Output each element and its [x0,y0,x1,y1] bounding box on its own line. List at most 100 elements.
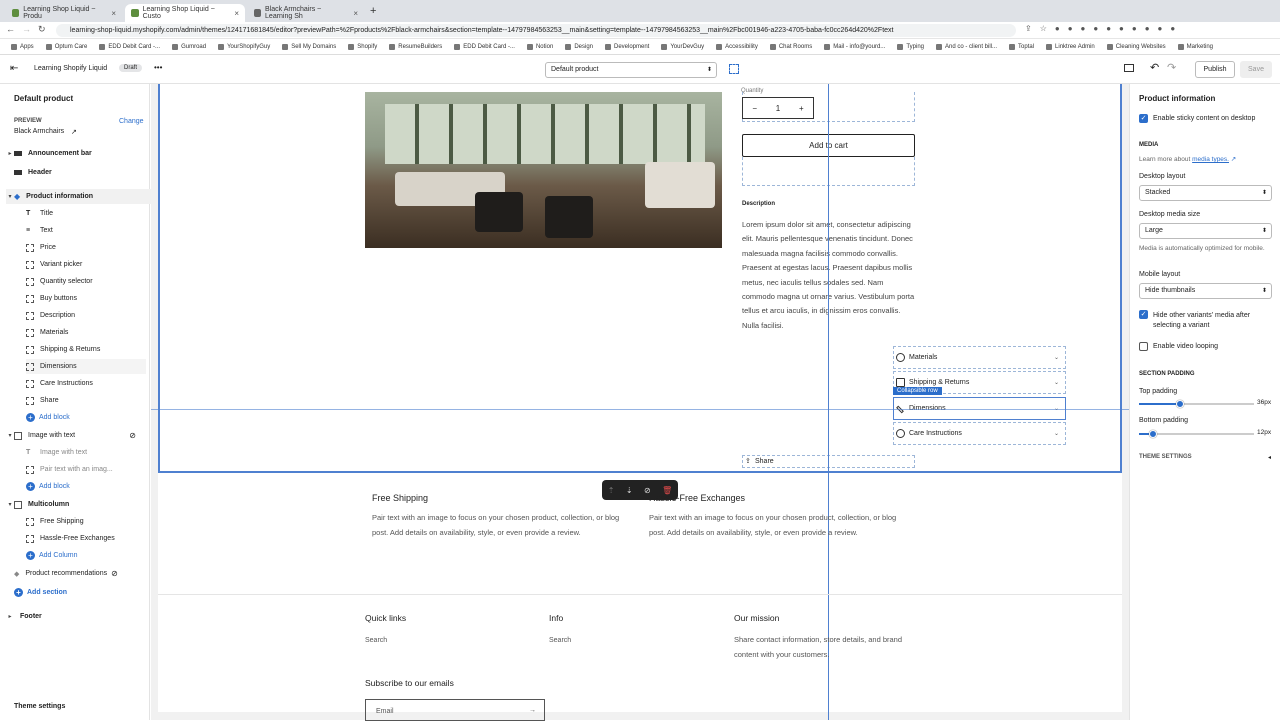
accordion-materials[interactable]: Materials ⌄ [893,346,1066,369]
footer-link[interactable]: Search [365,637,387,644]
email-input[interactable]: Email → [365,699,545,721]
block-item[interactable]: Materials [26,325,146,340]
external-link-icon[interactable]: ↗ [1231,156,1236,163]
chevron-right-icon[interactable]: ▸ [6,150,14,157]
more-actions-button[interactable]: ••• [154,63,162,72]
bookmark-item[interactable]: EDD Debit Card -... [449,43,520,50]
chevron-right-icon[interactable]: ▸ [6,613,14,620]
bookmark-item[interactable]: Development [600,43,654,50]
block-item[interactable]: Care Instructions [26,376,146,391]
section-header[interactable]: Header [14,165,160,180]
block-item[interactable]: Share [26,393,146,408]
change-preview-link[interactable]: Change [119,118,144,125]
bookmark-item[interactable]: EDD Debit Card -... [94,43,165,50]
bookmark-item[interactable]: Shopify [343,43,382,50]
bottom-padding-slider-handle[interactable] [1148,430,1157,438]
block-item[interactable]: Description [26,308,146,323]
arrow-right-icon[interactable]: → [529,707,536,714]
block-item[interactable]: Price [26,240,146,255]
desktop-view-icon[interactable] [1124,64,1134,72]
product-image[interactable] [365,92,722,248]
bookmark-item[interactable]: Gumroad [167,43,211,50]
block-item[interactable]: T Title [26,206,146,221]
theme-settings-link[interactable]: Theme settings [14,703,65,710]
top-padding-track[interactable] [1139,400,1254,408]
quantity-value[interactable]: 1 [776,104,780,113]
browser-tab-active[interactable]: Learning Shop Liquid ~ Custo × [125,4,245,22]
bookmark-item[interactable]: YourShopifyGuy [213,43,275,50]
bookmark-item[interactable]: Design [560,43,598,50]
bookmark-item[interactable]: Typing [892,43,929,50]
external-link-icon[interactable]: ↗ [71,128,77,136]
section-product-recommendations[interactable]: ◆ Product recommendations ⊘ [14,566,160,581]
block-item[interactable]: Quantity selector [26,274,146,289]
new-tab-button[interactable]: + [370,5,376,17]
video-loop-checkbox[interactable] [1139,342,1148,351]
bookmark-item[interactable]: Chat Rooms [765,43,817,50]
media-types-link[interactable]: media types. [1192,156,1229,163]
redo-icon[interactable]: ↷ [1167,61,1176,74]
bottom-padding-track[interactable] [1139,430,1254,438]
back-icon[interactable]: ← [6,24,15,34]
forward-icon[interactable]: → [22,24,31,34]
top-padding-slider-handle[interactable] [1176,400,1185,408]
extension-icons[interactable]: ⇪☆●●●●●●●●●● [1025,24,1183,33]
bookmark-item[interactable]: Sell My Domains [277,43,341,50]
bookmark-item[interactable]: Cleaning Websites [1102,43,1171,50]
inspector-icon[interactable] [729,64,739,74]
close-tab-icon[interactable]: × [234,9,239,18]
desktop-layout-select[interactable]: Stacked [1139,185,1272,201]
move-down-icon[interactable]: ⇣ [626,486,633,495]
sticky-checkbox[interactable]: ✓ [1139,114,1148,123]
reload-icon[interactable]: ↻ [38,24,46,35]
save-button[interactable]: Save [1240,61,1272,78]
accordion-care-instructions[interactable]: Care Instructions ⌄ [893,422,1066,445]
template-select[interactable]: Default product [545,62,717,78]
publish-button[interactable]: Publish [1195,61,1235,78]
chevron-down-icon[interactable]: ▾ [6,193,14,200]
exit-icon[interactable]: ⇤ [10,63,18,74]
bookmark-item[interactable]: Notion [522,43,558,50]
decrease-button[interactable]: − [752,104,757,113]
caret-left-icon[interactable]: ◂ [1268,454,1271,461]
bookmark-item[interactable]: Linktree Admin [1041,43,1100,50]
desktop-media-size-select[interactable]: Large [1139,223,1272,239]
theme-settings-heading[interactable]: THEME SETTINGS [1139,454,1192,460]
bookmark-item[interactable]: Optum Care [41,43,93,50]
chevron-down-icon[interactable]: ▾ [6,432,14,439]
hide-variants-checkbox[interactable]: ✓ [1139,310,1148,319]
browser-tab[interactable]: Learning Shop Liquid ~ Produ × [6,4,122,22]
eye-hidden-icon[interactable]: ⊘ [111,569,118,578]
block-item[interactable]: Dimensions [26,359,146,374]
bookmark-item[interactable]: YourDevGuy [656,43,709,50]
bookmark-item[interactable]: And co - client bill... [931,43,1002,50]
footer-link[interactable]: Search [549,637,571,644]
block-item[interactable]: ≡ Text [26,223,146,238]
bookmark-item[interactable]: Mail - info@yourd... [819,43,890,50]
browser-tab[interactable]: Black Armchairs ~ Learning Sh × [248,4,364,22]
quantity-stepper[interactable]: − 1 + [742,97,814,119]
bookmark-item[interactable]: ResumeBuilders [384,43,447,50]
bookmark-item[interactable]: Marketing [1173,43,1218,50]
close-tab-icon[interactable]: × [111,9,116,18]
section-product-information[interactable]: ▾ ◆ Product information [6,189,152,204]
section-image-with-text[interactable]: ▾ Image with text ⊘ [6,428,152,443]
undo-icon[interactable]: ↶ [1150,61,1159,74]
url-input[interactable]: learning-shop-liquid.myshopify.com/admin… [56,24,1016,37]
block-item[interactable]: Buy buttons [26,291,146,306]
add-section-button[interactable]: + Add section [14,585,160,600]
increase-button[interactable]: + [799,104,804,113]
block-item[interactable]: Shipping & Returns [26,342,146,357]
eye-hidden-icon[interactable]: ⊘ [129,431,136,440]
close-tab-icon[interactable]: × [353,9,358,18]
move-up-icon[interactable]: ⇡ [608,486,615,495]
block-item[interactable]: Variant picker [26,257,146,272]
section-announcement-bar[interactable]: ▸ Announcement bar [6,146,152,161]
section-footer[interactable]: ▸ Footer [6,609,152,624]
mobile-layout-select[interactable]: Hide thumbnails [1139,283,1272,299]
bookmark-item[interactable]: Apps [6,43,39,50]
bookmark-item[interactable]: Accessibility [711,43,763,50]
section-multicolumn[interactable]: ▾ Multicolumn [6,497,152,512]
chevron-down-icon[interactable]: ▾ [6,501,14,508]
bookmark-item[interactable]: Toptal [1004,43,1039,50]
